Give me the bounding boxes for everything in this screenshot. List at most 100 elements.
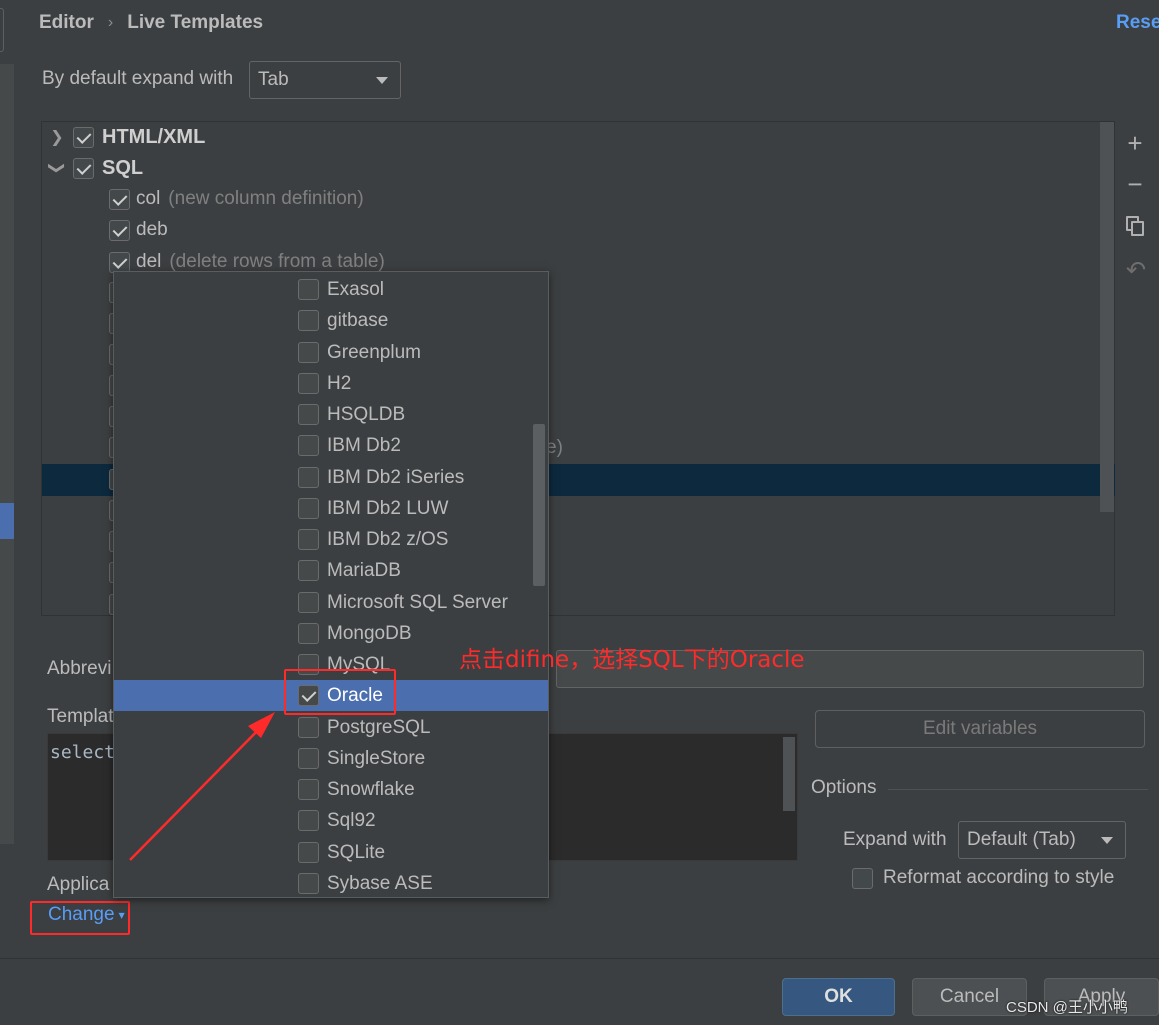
expand-with-combo[interactable]: Default (Tab): [958, 821, 1126, 859]
context-label: HSQLDB: [327, 403, 406, 425]
reformat-label: Reformat according to style: [883, 867, 1115, 888]
context-label: MongoDB: [327, 622, 412, 644]
context-checkbox[interactable]: [298, 560, 319, 581]
chevron-down-icon: [1101, 837, 1113, 844]
context-checkbox[interactable]: [298, 842, 319, 863]
nav-tree-edge: [0, 64, 14, 844]
search-box-edge[interactable]: [0, 8, 4, 52]
footer-divider: [0, 958, 1159, 959]
annotation-arrow-icon: [129, 712, 275, 861]
template-text-label: Templat: [47, 706, 114, 727]
context-item-ibm-db2-zos[interactable]: IBM Db2 z/OS: [114, 524, 548, 555]
annotation-highlight-oracle: [284, 669, 396, 715]
group-checkbox[interactable]: [73, 126, 94, 148]
context-label: Snowflake: [327, 778, 415, 800]
template-item-deb[interactable]: deb: [109, 215, 168, 245]
chevron-right-icon: ›: [107, 14, 114, 31]
editor-scrollbar[interactable]: [783, 737, 795, 811]
context-label: IBM Db2 LUW: [327, 497, 449, 519]
context-label: Sql92: [327, 809, 376, 831]
context-item-ibm-db2-iseries[interactable]: IBM Db2 iSeries: [114, 462, 548, 493]
copy-icon[interactable]: [1126, 216, 1144, 236]
context-checkbox[interactable]: [298, 498, 319, 519]
context-label: Greenplum: [327, 341, 421, 363]
annotation-text: 点击difine，选择SQL下的Oracle: [459, 647, 805, 673]
context-label: MariaDB: [327, 559, 401, 581]
context-label: H2: [327, 372, 352, 394]
context-item-sybase-ase[interactable]: Sybase ASE: [114, 868, 548, 897]
chevron-down-icon[interactable]: ❯: [47, 160, 67, 176]
settings-nav-strip: [0, 0, 14, 960]
context-checkbox[interactable]: [298, 592, 319, 613]
template-checkbox[interactable]: [109, 219, 130, 241]
context-label: Sybase ASE: [327, 872, 433, 894]
breadcrumb-editor[interactable]: Editor: [39, 12, 94, 34]
arrow-head: [248, 712, 275, 738]
context-item-ibm-db2[interactable]: IBM Db2: [114, 430, 548, 461]
options-divider: [888, 789, 1148, 790]
context-checkbox[interactable]: [298, 810, 319, 831]
tree-group-sql[interactable]: ❯ SQL: [47, 153, 144, 183]
context-checkbox[interactable]: [298, 310, 319, 331]
context-item-mariadb[interactable]: MariaDB: [114, 555, 548, 586]
breadcrumb: Editor › Live Templates: [39, 12, 263, 34]
chevron-right-icon[interactable]: ❯: [49, 127, 65, 147]
context-label: PostgreSQL: [327, 716, 431, 738]
options-title: Options: [811, 777, 877, 798]
minus-icon[interactable]: −: [1124, 171, 1146, 197]
context-item-ibm-db2-luw[interactable]: IBM Db2 LUW: [114, 493, 548, 524]
context-item-mssql[interactable]: Microsoft SQL Server: [114, 587, 548, 618]
reset-link[interactable]: Reset: [1116, 12, 1159, 34]
template-item-col[interactable]: col (new column definition): [109, 184, 364, 214]
watermark: CSDN @王小小鸭: [1006, 999, 1128, 1016]
template-checkbox[interactable]: [109, 188, 130, 210]
context-checkbox[interactable]: [298, 373, 319, 394]
template-abbr: del: [136, 251, 162, 272]
context-label: Exasol: [327, 278, 385, 300]
ok-button[interactable]: OK: [782, 978, 895, 1016]
context-label: IBM Db2: [327, 434, 401, 456]
context-checkbox[interactable]: [298, 529, 319, 550]
default-expand-value: Tab: [258, 69, 289, 90]
context-checkbox[interactable]: [298, 623, 319, 644]
abbreviation-label: Abbrevi: [47, 658, 112, 679]
nav-selected-item[interactable]: [0, 503, 14, 539]
context-label: IBM Db2 z/OS: [327, 528, 449, 550]
default-expand-combo[interactable]: Tab: [249, 61, 401, 99]
plus-icon[interactable]: +: [1124, 130, 1146, 156]
context-item-gitbase[interactable]: gitbase: [114, 305, 548, 336]
group-label: SQL: [102, 156, 144, 179]
context-checkbox[interactable]: [298, 404, 319, 425]
context-checkbox[interactable]: [298, 717, 319, 738]
context-checkbox[interactable]: [298, 435, 319, 456]
reformat-option[interactable]: Reformat according to style: [852, 867, 1114, 889]
context-checkbox[interactable]: [298, 873, 319, 894]
default-expand-label: By default expand with: [42, 68, 234, 89]
template-desc: (new column definition): [168, 188, 364, 209]
tree-scrollbar[interactable]: [1100, 122, 1114, 512]
annotation-highlight-change: [30, 901, 130, 935]
context-item-greenplum[interactable]: Greenplum: [114, 337, 548, 368]
context-checkbox[interactable]: [298, 342, 319, 363]
context-item-hsqldb[interactable]: HSQLDB: [114, 399, 548, 430]
context-label: SQLite: [327, 841, 386, 863]
context-checkbox[interactable]: [298, 779, 319, 800]
group-checkbox[interactable]: [73, 157, 94, 179]
breadcrumb-live-templates: Live Templates: [127, 12, 264, 33]
expand-with-value: Default (Tab): [967, 829, 1076, 850]
template-checkbox[interactable]: [109, 251, 130, 273]
group-label: HTML/XML: [102, 125, 206, 148]
popup-scrollbar[interactable]: [533, 424, 545, 586]
context-checkbox[interactable]: [298, 748, 319, 769]
context-item-exasol[interactable]: Exasol: [114, 274, 548, 305]
template-abbr: deb: [136, 219, 168, 240]
context-item-h2[interactable]: H2: [114, 368, 548, 399]
context-checkbox[interactable]: [298, 279, 319, 300]
context-label: IBM Db2 iSeries: [327, 466, 465, 488]
context-label: SingleStore: [327, 747, 426, 769]
edit-variables-button[interactable]: Edit variables: [815, 710, 1145, 748]
undo-icon: ↶: [1126, 257, 1147, 284]
context-checkbox[interactable]: [298, 467, 319, 488]
tree-group-html-xml[interactable]: ❯ HTML/XML: [49, 122, 205, 152]
reformat-checkbox[interactable]: [852, 867, 873, 889]
